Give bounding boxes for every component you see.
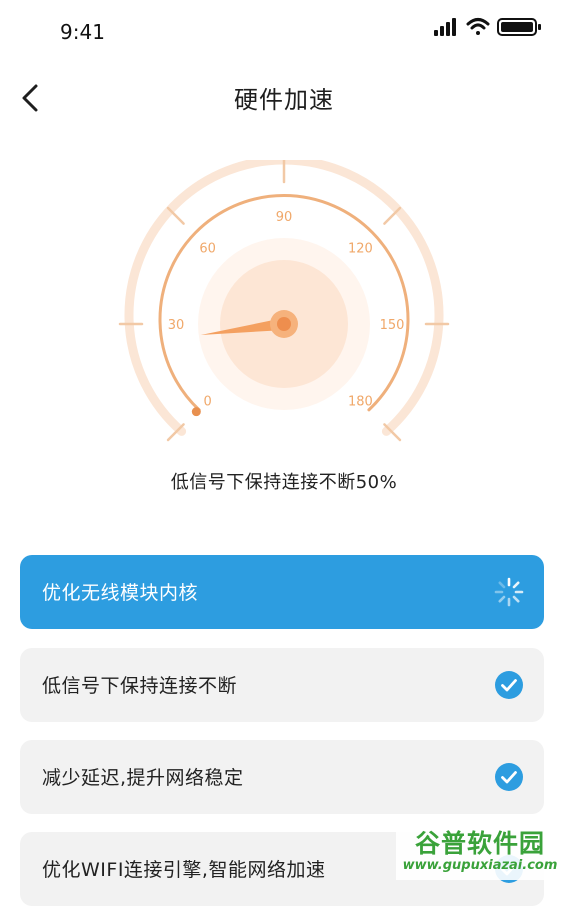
nav-bar: 硬件加速 bbox=[0, 70, 568, 126]
gauge-tick-label: 30 bbox=[168, 318, 185, 333]
gauge-tick-label: 150 bbox=[380, 318, 405, 333]
progress-status-text: 低信号下保持连接不断50% bbox=[170, 472, 398, 493]
check-circle-icon bbox=[495, 671, 523, 699]
watermark: 谷普软件园 www.gupuxiazai.com bbox=[396, 822, 564, 880]
check-circle-icon bbox=[495, 763, 523, 791]
task-label: 优化WIFI连接引擎,智能网络加速 bbox=[42, 859, 326, 881]
task-item-keep-connection[interactable]: 低信号下保持连接不断 bbox=[20, 648, 544, 722]
wifi-icon bbox=[466, 18, 490, 35]
gauge-needle-center bbox=[277, 317, 291, 331]
task-item-reduce-latency[interactable]: 减少延迟,提升网络稳定 bbox=[20, 740, 544, 814]
status-icons bbox=[434, 18, 541, 36]
task-label: 优化无线模块内核 bbox=[42, 582, 199, 604]
gauge-tick-label: 60 bbox=[199, 242, 216, 257]
gauge-start-dot bbox=[191, 407, 201, 417]
status-time: 9:41 bbox=[60, 20, 105, 44]
gauge-tick-label: 90 bbox=[276, 210, 293, 225]
gauge-tick-label: 180 bbox=[348, 394, 373, 409]
gauge-tick-label: 120 bbox=[348, 242, 373, 257]
task-item-optimize-wireless[interactable]: 优化无线模块内核 bbox=[20, 555, 544, 629]
page-title: 硬件加速 bbox=[234, 86, 334, 114]
task-label: 低信号下保持连接不断 bbox=[42, 675, 238, 697]
speed-gauge: 0 30 60 90 120 150 180 bbox=[118, 160, 450, 442]
gauge-tick-label: 0 bbox=[203, 394, 211, 409]
watermark-url: www.gupuxiazai.com bbox=[402, 858, 558, 873]
battery-icon bbox=[497, 18, 541, 36]
spinner-icon bbox=[494, 577, 524, 607]
status-bar: 9:41 bbox=[0, 0, 568, 64]
watermark-title: 谷普软件园 bbox=[414, 829, 545, 858]
signal-icon bbox=[434, 18, 456, 36]
task-label: 减少延迟,提升网络稳定 bbox=[42, 767, 244, 789]
